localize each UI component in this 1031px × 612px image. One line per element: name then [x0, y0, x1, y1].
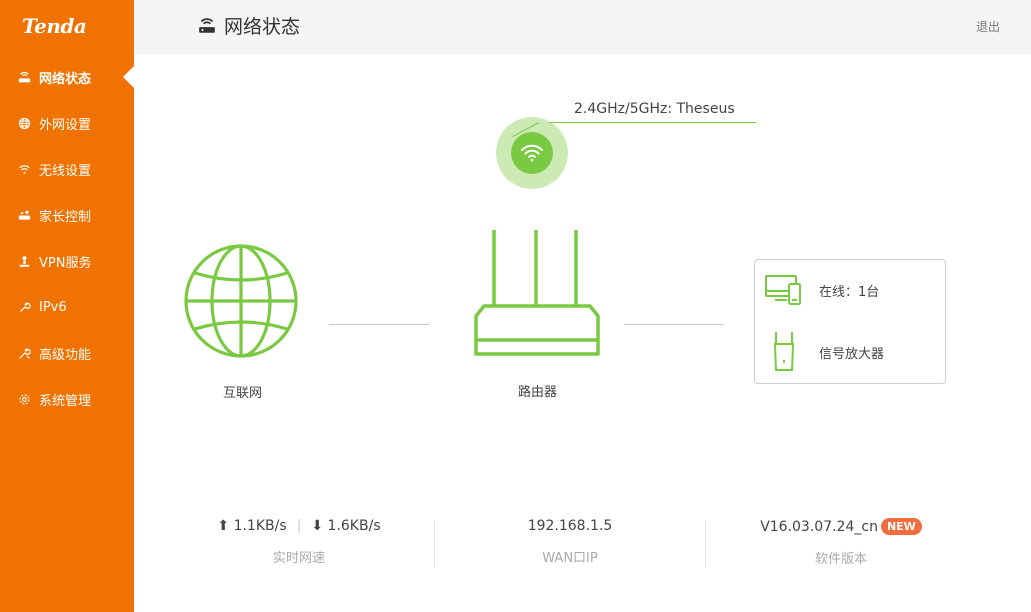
firmware-version-caption: 软件版本 — [814, 552, 867, 567]
firmware-version: V16.03.07.24_cn — [760, 519, 878, 535]
sidebar-item-network-status[interactable]: 网络状态 — [0, 54, 134, 100]
sidebar-item-label: 外网设置 — [39, 117, 92, 133]
internet-label: 互联网 — [223, 386, 263, 401]
wifi-icon — [17, 162, 31, 176]
connected-devices-panel: 在线：1台 信号放大器 — [754, 259, 946, 384]
download-speed: 1.6KB/s — [327, 518, 381, 534]
sidebar-item-label: 高级功能 — [39, 347, 92, 363]
logout-link[interactable]: 退出 — [976, 18, 1000, 35]
extender-label: 信号放大器 — [819, 346, 885, 362]
download-arrow-icon: ⬇ — [311, 518, 324, 534]
online-devices-row[interactable]: 在线：1台 — [765, 274, 879, 306]
firmware-version-stat: V16.03.07.24_cn NEW 软件版本 — [741, 518, 941, 567]
vpn-icon — [17, 254, 31, 268]
wifi-status-button[interactable] — [496, 117, 568, 189]
internet-globe-icon[interactable] — [183, 243, 299, 359]
sidebar-nav: 网络状态 外网设置 无线设置 家长控制 VPN服务 IPv6 高级功能 系统管理 — [0, 54, 134, 422]
wifi-status-core — [511, 132, 553, 174]
wan-ip-stat: 192.168.1.5 WAN口IP — [470, 518, 670, 566]
sidebar-item-vpn[interactable]: VPN服务 — [0, 238, 134, 284]
globe-icon — [17, 116, 31, 130]
sidebar-item-label: 家长控制 — [39, 209, 92, 225]
sidebar-item-system-management[interactable]: 系统管理 — [0, 376, 134, 422]
tools-icon — [17, 346, 31, 360]
stat-divider — [434, 520, 435, 568]
router-icon — [17, 70, 31, 84]
sidebar-item-advanced[interactable]: 高级功能 — [0, 330, 134, 376]
sidebar-item-parental-control[interactable]: 家长控制 — [0, 192, 134, 238]
extender-row[interactable]: 信号放大器 — [765, 330, 884, 374]
realtime-speed-caption: 实时网速 — [272, 551, 325, 566]
connection-line-internet — [329, 324, 429, 325]
online-devices-label: 在线：1台 — [819, 284, 880, 300]
sidebar-item-label: IPv6 — [39, 299, 67, 315]
ssid-leader-line — [549, 122, 756, 123]
sidebar-item-wireless-settings[interactable]: 无线设置 — [0, 146, 134, 192]
parental-control-icon — [17, 208, 31, 222]
signal-extender-icon — [773, 332, 795, 371]
active-pointer — [123, 66, 134, 88]
tenda-logo: Tenda — [22, 14, 87, 38]
page-title: 网络状态 — [198, 12, 300, 39]
sidebar-item-label: 网络状态 — [39, 71, 92, 87]
upload-speed: 1.1KB/s — [233, 518, 287, 534]
upload-arrow-icon: ⬆ — [217, 518, 230, 534]
wifi-icon — [521, 144, 543, 162]
sidebar-item-label: VPN服务 — [39, 255, 92, 271]
stat-divider — [705, 520, 706, 568]
gear-icon — [17, 392, 31, 406]
router-icon[interactable] — [472, 226, 604, 358]
status-bar: ⬆ 1.1KB/s | ⬇ 1.6KB/s 实时网速 192.168.1.5 WAN… — [134, 518, 1031, 578]
sidebar: Tenda 网络状态 外网设置 无线设置 家长控制 VPN服务 IPv6 高级功… — [0, 0, 134, 612]
header-bar: 网络状态 退出 — [134, 0, 1031, 54]
ssid-label: 2.4GHz/5GHz: Theseus — [574, 101, 735, 117]
sidebar-item-ipv6[interactable]: IPv6 — [0, 284, 134, 330]
realtime-speed-stat: ⬆ 1.1KB/s | ⬇ 1.6KB/s 实时网速 — [189, 518, 409, 566]
devices-icon — [765, 275, 801, 305]
wan-ip-caption: WAN口IP — [542, 551, 598, 566]
connection-line-devices — [624, 324, 724, 325]
speed-separator: | — [296, 518, 302, 534]
sidebar-item-label: 无线设置 — [39, 163, 92, 179]
sidebar-item-wan-settings[interactable]: 外网设置 — [0, 100, 134, 146]
sidebar-item-label: 系统管理 — [39, 393, 92, 409]
wan-ip-value: 192.168.1.5 — [527, 518, 613, 534]
router-icon — [199, 17, 215, 33]
wrench-icon — [17, 300, 31, 314]
page-title-text: 网络状态 — [224, 16, 301, 38]
router-label: 路由器 — [518, 385, 558, 400]
new-version-badge[interactable]: NEW — [880, 518, 922, 535]
